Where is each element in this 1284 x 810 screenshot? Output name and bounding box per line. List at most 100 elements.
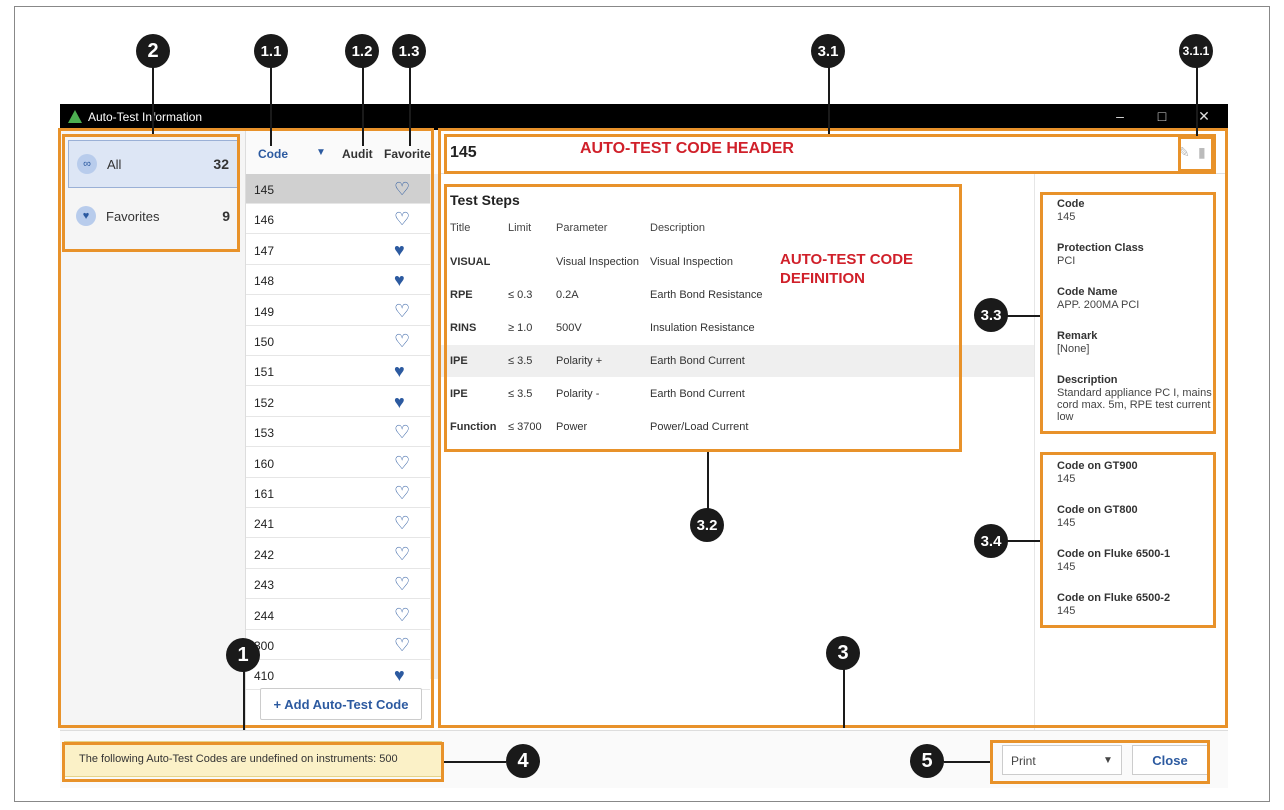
step-title: IPE bbox=[450, 355, 468, 367]
heart-outline-icon[interactable]: ♡ bbox=[394, 574, 410, 595]
properties-panel: Code 145 Protection Class PCI Code Name … bbox=[1034, 174, 1228, 730]
filter-label: Favorites bbox=[106, 208, 160, 224]
heart-outline-icon[interactable]: ♡ bbox=[394, 483, 410, 504]
maximize-button[interactable]: □ bbox=[1152, 108, 1172, 124]
heart-outline-icon[interactable]: ♡ bbox=[394, 635, 410, 656]
filter-count: 32 bbox=[213, 156, 229, 172]
callout-line-1-3 bbox=[409, 66, 411, 146]
step-limit: ≤ 0.3 bbox=[508, 289, 533, 301]
code-row[interactable]: 147 ♥ bbox=[246, 235, 430, 265]
code-row[interactable]: 243 ♡ bbox=[246, 569, 430, 600]
column-limit: Limit bbox=[508, 222, 532, 234]
code-number: 410 bbox=[254, 669, 275, 684]
prop-name-value: APP. 200MA PCI bbox=[1057, 299, 1140, 311]
step-parameter: Polarity + bbox=[556, 355, 603, 367]
code-row[interactable]: 149 ♡ bbox=[246, 296, 430, 326]
definition-annotation-line2: DEFINITION bbox=[780, 270, 865, 287]
detail-code: 145 bbox=[450, 144, 477, 161]
callout-line-3-3 bbox=[1006, 315, 1040, 317]
code-row[interactable]: 244 ♡ bbox=[246, 600, 430, 630]
code-row[interactable]: 148 ♥ bbox=[246, 265, 430, 296]
step-title: RPE bbox=[450, 289, 473, 301]
code-number: 151 bbox=[254, 365, 275, 380]
code-row[interactable]: 161 ♡ bbox=[246, 478, 430, 508]
callout-2: 2 bbox=[136, 34, 170, 68]
prop-code-value: 145 bbox=[1057, 211, 1076, 223]
code-row[interactable]: 150 ♡ bbox=[246, 326, 430, 356]
code-row[interactable]: 242 ♡ bbox=[246, 539, 430, 569]
code-number: 149 bbox=[254, 304, 275, 319]
edit-icon[interactable]: ✎ bbox=[1178, 144, 1190, 161]
detail-header: 145 AUTO-TEST CODE HEADER ✎ ▮ bbox=[440, 130, 1228, 174]
print-select-value: Print bbox=[1011, 754, 1036, 768]
callout-line-5 bbox=[944, 761, 990, 763]
step-row[interactable]: RINS ≥ 1.0 500V Insulation Resistance bbox=[440, 312, 1034, 344]
heart-outline-icon[interactable]: ♡ bbox=[394, 331, 410, 352]
heart-filled-icon[interactable]: ♥ bbox=[394, 665, 405, 686]
instrument-label: Code on GT800 bbox=[1057, 504, 1138, 516]
heart-filled-icon[interactable]: ♥ bbox=[394, 240, 405, 261]
column-header-audit[interactable]: Audit bbox=[342, 147, 373, 161]
delete-icon[interactable]: ▮ bbox=[1198, 144, 1206, 161]
add-auto-test-code-button[interactable]: + Add Auto-Test Code bbox=[260, 688, 422, 720]
step-limit: ≤ 3.5 bbox=[508, 388, 533, 400]
code-row[interactable]: 151 ♥ bbox=[246, 356, 430, 387]
code-list: Code ▼ Audit Favorite 145 ♡ 146 ♡ 147 ♥ 148 ♥ 14… bbox=[246, 130, 438, 730]
callout-3-1: 3.1 bbox=[811, 34, 845, 68]
step-row[interactable]: VISUAL Visual Inspection Visual Inspection bbox=[440, 246, 1034, 278]
code-row[interactable]: 241 ♡ bbox=[246, 508, 430, 539]
step-description: Earth Bond Current bbox=[650, 355, 745, 367]
step-limit: ≤ 3700 bbox=[508, 421, 542, 433]
minimize-button[interactable]: – bbox=[1110, 108, 1130, 124]
heart-outline-icon[interactable]: ♡ bbox=[394, 209, 410, 230]
code-row[interactable]: 160 ♡ bbox=[246, 448, 430, 478]
step-description: Visual Inspection bbox=[650, 256, 733, 268]
app-logo-icon bbox=[68, 110, 82, 123]
step-description: Insulation Resistance bbox=[650, 322, 755, 334]
column-header-code[interactable]: Code bbox=[258, 147, 288, 161]
print-select[interactable]: Print ▼ bbox=[1002, 745, 1122, 775]
heart-outline-icon[interactable]: ♡ bbox=[394, 544, 410, 565]
code-row[interactable]: 146 ♡ bbox=[246, 204, 430, 235]
heart-filled-icon[interactable]: ♥ bbox=[394, 392, 405, 413]
step-row[interactable]: IPE ≤ 3.5 Polarity - Earth Bond Current bbox=[440, 378, 1034, 410]
heart-filled-icon[interactable]: ♥ bbox=[394, 270, 405, 291]
code-row[interactable]: 300 ♡ bbox=[246, 630, 430, 660]
filter-label: All bbox=[107, 156, 122, 172]
column-header-favorite[interactable]: Favorite bbox=[384, 147, 431, 161]
code-row[interactable]: 153 ♡ bbox=[246, 417, 430, 448]
sort-down-icon[interactable]: ▼ bbox=[316, 147, 326, 158]
callout-line-1 bbox=[243, 668, 245, 730]
step-row[interactable]: IPE ≤ 3.5 Polarity + Earth Bond Current bbox=[440, 345, 1034, 377]
heart-filled-icon[interactable]: ♥ bbox=[394, 361, 405, 382]
heart-outline-icon[interactable]: ♡ bbox=[394, 605, 410, 626]
code-number: 148 bbox=[254, 274, 275, 289]
code-row[interactable]: 410 ♥ bbox=[246, 660, 430, 691]
callout-line-3-4 bbox=[1006, 540, 1040, 542]
heart-outline-icon[interactable]: ♡ bbox=[394, 301, 410, 322]
filter-favorites[interactable]: ♥ Favorites 9 bbox=[68, 192, 238, 240]
instrument-value: 145 bbox=[1057, 605, 1076, 617]
heart-outline-icon[interactable]: ♡ bbox=[394, 453, 410, 474]
code-row[interactable]: 152 ♥ bbox=[246, 387, 430, 417]
instrument-label: Code on Fluke 6500-1 bbox=[1057, 548, 1171, 560]
prop-name-label: Code Name bbox=[1057, 286, 1118, 298]
callout-1-3: 1.3 bbox=[392, 34, 426, 68]
callout-line-1-1 bbox=[270, 66, 272, 146]
heart-outline-icon[interactable]: ♡ bbox=[394, 513, 410, 534]
prop-code-label: Code bbox=[1057, 198, 1085, 210]
code-list-scrollbar[interactable] bbox=[430, 174, 438, 679]
close-button[interactable]: Close bbox=[1132, 745, 1208, 775]
heart-outline-icon[interactable]: ♡ bbox=[394, 179, 410, 200]
heart-icon: ♥ bbox=[76, 206, 96, 226]
prop-description-label: Description bbox=[1057, 374, 1118, 386]
code-number: 153 bbox=[254, 426, 275, 441]
callout-line-3-1-1 bbox=[1196, 66, 1198, 136]
step-parameter: Polarity - bbox=[556, 388, 600, 400]
filter-all[interactable]: ∞ All 32 bbox=[68, 140, 238, 188]
heart-outline-icon[interactable]: ♡ bbox=[394, 422, 410, 443]
window-titlebar: Auto-Test Information – □ ✕ bbox=[60, 104, 1228, 130]
step-row[interactable]: RPE ≤ 0.3 0.2A Earth Bond Resistance bbox=[440, 279, 1034, 311]
code-row[interactable]: 145 ♡ bbox=[246, 174, 430, 204]
step-row[interactable]: Function ≤ 3700 Power Power/Load Current bbox=[440, 411, 1034, 443]
